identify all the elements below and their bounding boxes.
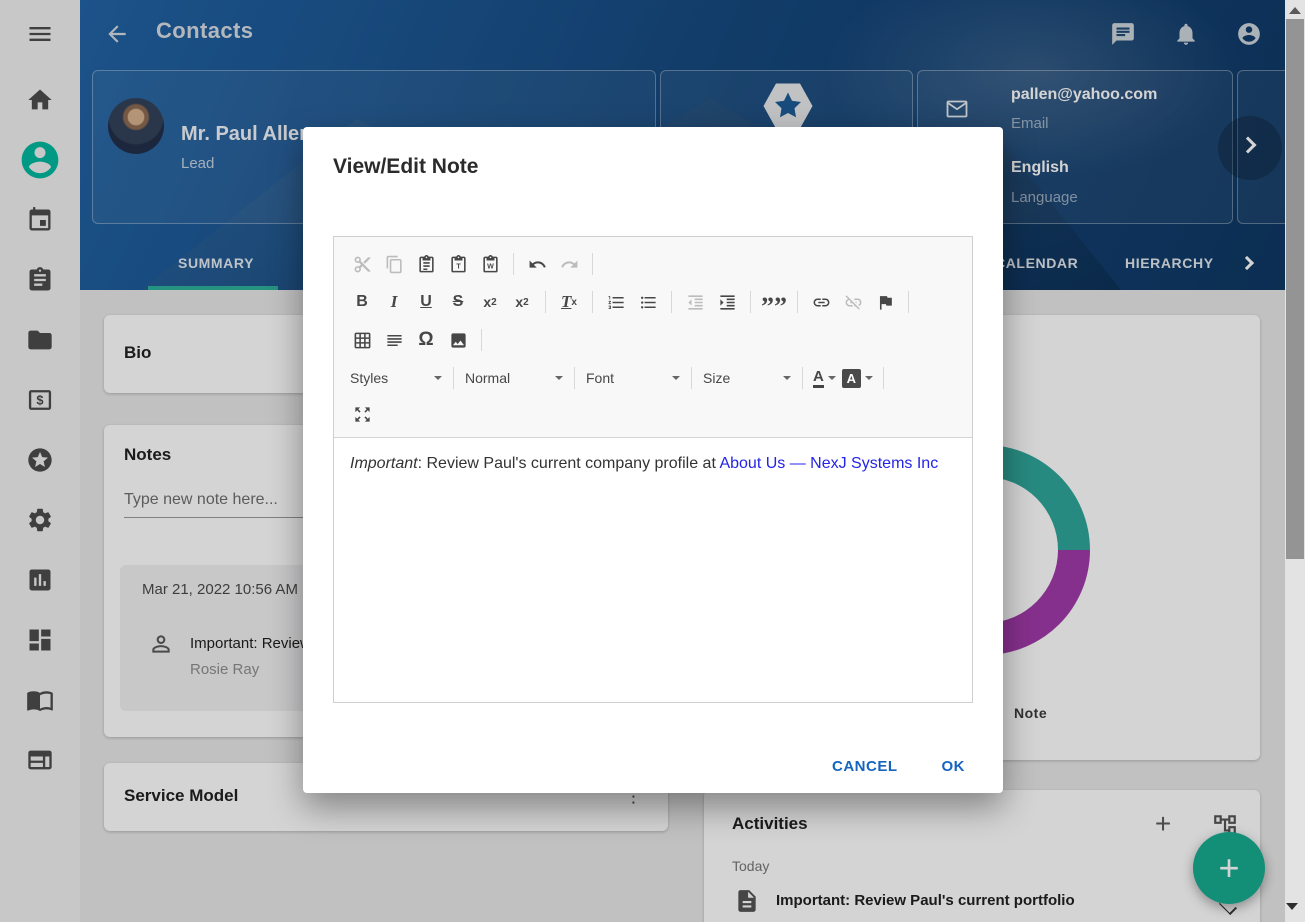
toolbar-separator	[671, 291, 672, 313]
page-scrollbar[interactable]	[1285, 0, 1305, 922]
copy-icon[interactable]	[378, 249, 410, 279]
styles-dropdown[interactable]: Styles	[346, 365, 446, 391]
toolbar-separator	[574, 367, 575, 389]
ok-button[interactable]: OK	[942, 758, 966, 775]
paste-icon[interactable]	[410, 249, 442, 279]
paste-plain-text-icon[interactable]: T	[442, 249, 474, 279]
unlink-icon[interactable]	[837, 287, 869, 317]
strikethrough-icon[interactable]: S	[442, 287, 474, 317]
link-icon[interactable]	[805, 287, 837, 317]
toolbar-separator	[592, 291, 593, 313]
svg-text:W: W	[487, 262, 494, 270]
toolbar-separator	[883, 367, 884, 389]
toolbar-row-formatting: B I U S x2 x2 Tx ””	[346, 283, 960, 321]
toolbar-separator	[545, 291, 546, 313]
editor-plain-text: : Review Paul's current company profile …	[418, 455, 720, 472]
paragraph-format-dropdown[interactable]: Normal	[461, 365, 567, 391]
toolbar-separator	[797, 291, 798, 313]
subscript-icon[interactable]: x2	[474, 287, 506, 317]
toolbar-separator	[513, 253, 514, 275]
toolbar-separator	[750, 291, 751, 313]
special-character-icon[interactable]: Ω	[410, 325, 442, 355]
toolbar-row-maximize	[346, 397, 960, 431]
font-dropdown[interactable]: Font	[582, 365, 684, 391]
superscript-icon[interactable]: x2	[506, 287, 538, 317]
image-icon[interactable]	[442, 325, 474, 355]
bold-icon[interactable]: B	[346, 287, 378, 317]
scrollbar-up-arrow-icon[interactable]	[1289, 7, 1301, 14]
decrease-indent-icon[interactable]	[679, 287, 711, 317]
background-color-button[interactable]: A	[839, 365, 876, 391]
anchor-flag-icon[interactable]	[869, 287, 901, 317]
horizontal-line-icon[interactable]	[378, 325, 410, 355]
toolbar-row-insert: Ω	[346, 321, 960, 359]
undo-icon[interactable]	[521, 249, 553, 279]
chevron-down-icon	[783, 376, 791, 380]
toolbar-separator	[908, 291, 909, 313]
scrollbar-thumb[interactable]	[1286, 19, 1304, 559]
dialog-title: View/Edit Note	[333, 155, 478, 179]
toolbar-separator	[592, 253, 593, 275]
increase-indent-icon[interactable]	[711, 287, 743, 317]
chevron-down-icon	[865, 376, 873, 380]
cut-icon[interactable]	[346, 249, 378, 279]
chevron-down-icon	[828, 376, 836, 380]
cancel-button[interactable]: CANCEL	[832, 758, 898, 775]
svg-text:T: T	[456, 262, 461, 270]
scrollbar-down-arrow-icon[interactable]	[1286, 903, 1298, 910]
toolbar-row-dropdowns: Styles Normal Font Size A	[346, 359, 960, 397]
table-icon[interactable]	[346, 325, 378, 355]
text-color-button[interactable]: A	[810, 365, 839, 391]
editor-italic-text: Important	[350, 455, 418, 472]
toolbar-separator	[691, 367, 692, 389]
numbered-list-icon[interactable]	[600, 287, 632, 317]
blockquote-icon[interactable]: ””	[758, 287, 790, 317]
font-size-dropdown[interactable]: Size	[699, 365, 795, 391]
chevron-down-icon	[672, 376, 680, 380]
paste-from-word-icon[interactable]: W	[474, 249, 506, 279]
toolbar-row-clipboard: T W	[346, 245, 960, 283]
remove-format-icon[interactable]: Tx	[553, 287, 585, 317]
editor-toolbar: T W B I U S x2 x2 Tx	[334, 237, 972, 438]
toolbar-separator	[453, 367, 454, 389]
view-edit-note-dialog: View/Edit Note T W	[303, 127, 1003, 793]
bulleted-list-icon[interactable]	[632, 287, 664, 317]
editor-link[interactable]: About Us — NexJ Systems Inc	[719, 455, 938, 472]
underline-icon[interactable]: U	[410, 287, 442, 317]
italic-icon[interactable]: I	[378, 287, 410, 317]
redo-icon[interactable]	[553, 249, 585, 279]
toolbar-separator	[802, 367, 803, 389]
toolbar-separator	[481, 329, 482, 351]
chevron-down-icon	[555, 376, 563, 380]
chevron-down-icon	[434, 376, 442, 380]
maximize-icon[interactable]	[346, 399, 378, 429]
dialog-actions: CANCEL OK	[832, 758, 965, 775]
rich-text-editor: T W B I U S x2 x2 Tx	[333, 236, 973, 703]
editor-content[interactable]: Important: Review Paul's current company…	[334, 438, 972, 490]
